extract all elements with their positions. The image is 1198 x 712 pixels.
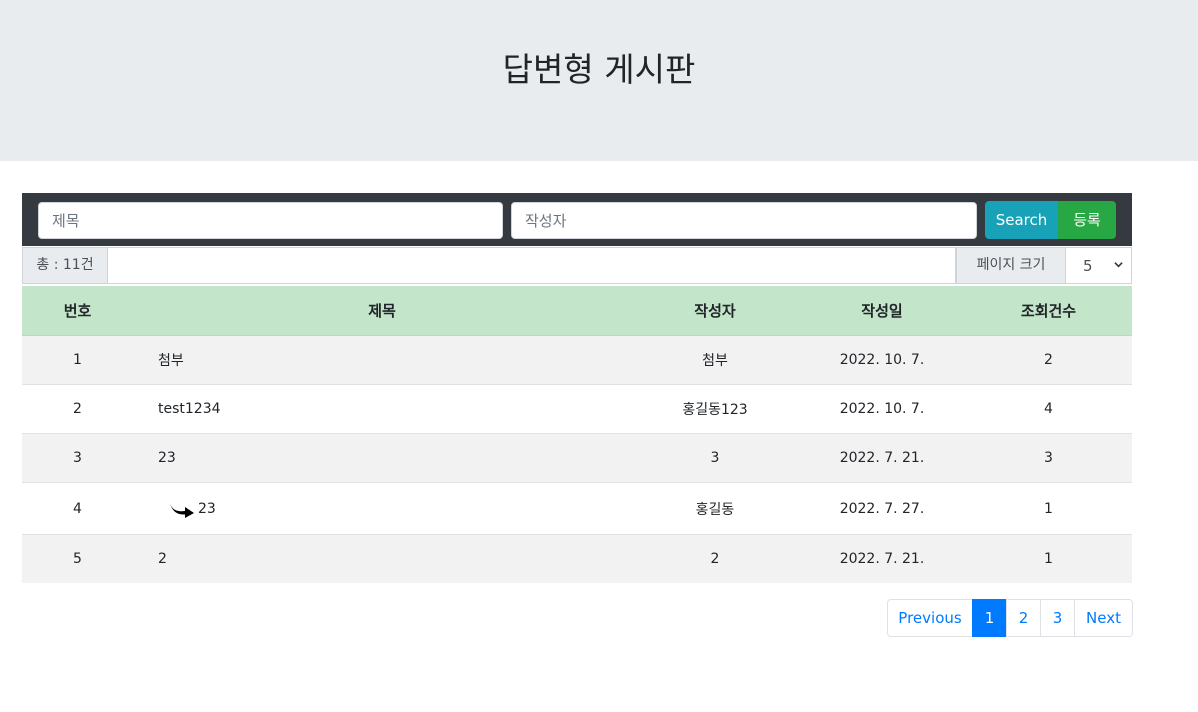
cell-title[interactable]: test1234	[133, 384, 631, 434]
header-writer: 작성자	[631, 286, 799, 336]
post-title-link[interactable]: 23	[158, 450, 176, 466]
cell-title[interactable]: 23	[133, 482, 631, 535]
post-title-link[interactable]: 23	[198, 501, 216, 517]
pagination: Previous 1 2 3 Next	[887, 599, 1133, 637]
cell-views: 1	[965, 534, 1132, 583]
table-row[interactable]: 3 23 3 2022. 7. 21. 3	[22, 433, 1132, 483]
post-title-link[interactable]: 2	[158, 551, 167, 567]
register-button[interactable]: 등록	[1058, 201, 1116, 239]
cell-writer: 2	[631, 534, 799, 583]
next-page-button[interactable]: Next	[1074, 599, 1133, 637]
page-1-button[interactable]: 1	[972, 599, 1007, 637]
writer-search-input[interactable]	[511, 202, 977, 239]
search-button[interactable]: Search	[985, 201, 1058, 239]
header-title: 제목	[133, 286, 631, 336]
cell-title[interactable]: 23	[133, 433, 631, 483]
cell-date: 2022. 10. 7.	[799, 384, 965, 434]
cell-views: 2	[965, 335, 1132, 385]
header-views: 조회건수	[965, 286, 1132, 336]
cell-title[interactable]: 첨부	[133, 335, 631, 385]
page-size-label: 페이지 크기	[956, 247, 1066, 284]
cell-date: 2022. 7. 21.	[799, 534, 965, 583]
table-row[interactable]: 2 test1234 홍길동123 2022. 10. 7. 4	[22, 384, 1132, 434]
cell-views: 4	[965, 384, 1132, 434]
table-row[interactable]: 4 23 홍길동 2022. 7. 27. 1	[22, 482, 1132, 535]
cell-no: 1	[22, 335, 133, 385]
search-bar: Search 등록	[22, 193, 1132, 246]
cell-no: 3	[22, 433, 133, 483]
cell-no: 4	[22, 482, 133, 535]
header-date: 작성일	[799, 286, 965, 336]
cell-date: 2022. 10. 7.	[799, 335, 965, 385]
cell-writer: 첨부	[631, 335, 799, 385]
cell-views: 1	[965, 482, 1132, 535]
cell-views: 3	[965, 433, 1132, 483]
cell-writer: 3	[631, 433, 799, 483]
page-3-button[interactable]: 3	[1040, 599, 1075, 637]
page-2-button[interactable]: 2	[1006, 599, 1041, 637]
page-size-value: 5	[1083, 257, 1093, 275]
post-title-link[interactable]: 첨부	[158, 353, 184, 369]
info-row: 총 : 11건 페이지 크기 5	[22, 247, 1132, 285]
previous-page-button[interactable]: Previous	[887, 599, 973, 637]
post-title-link[interactable]: test1234	[158, 401, 221, 417]
cell-no: 5	[22, 534, 133, 583]
cell-no: 2	[22, 384, 133, 434]
page-title: 답변형 게시판	[502, 50, 696, 89]
board-table: 번호 제목 작성자 작성일 조회건수 1 첨부 첨부 2022. 10. 7. …	[22, 286, 1132, 583]
page-header: 답변형 게시판	[0, 0, 1198, 161]
cell-date: 2022. 7. 21.	[799, 433, 965, 483]
cell-writer: 홍길동123	[631, 384, 799, 434]
cell-title[interactable]: 2	[133, 534, 631, 583]
title-search-input[interactable]	[38, 202, 503, 239]
chevron-down-icon	[1114, 262, 1123, 268]
cell-writer: 홍길동	[631, 482, 799, 535]
table-header-row: 번호 제목 작성자 작성일 조회건수	[22, 286, 1132, 336]
page-size-select[interactable]: 5	[1066, 247, 1132, 284]
table-row[interactable]: 5 2 2 2022. 7. 21. 1	[22, 534, 1132, 583]
cell-date: 2022. 7. 27.	[799, 482, 965, 535]
total-count: 총 : 11건	[22, 247, 108, 284]
header-no: 번호	[22, 286, 133, 336]
table-row[interactable]: 1 첨부 첨부 2022. 10. 7. 2	[22, 335, 1132, 385]
reply-arrow-icon	[170, 502, 194, 518]
info-spacer	[108, 247, 956, 284]
